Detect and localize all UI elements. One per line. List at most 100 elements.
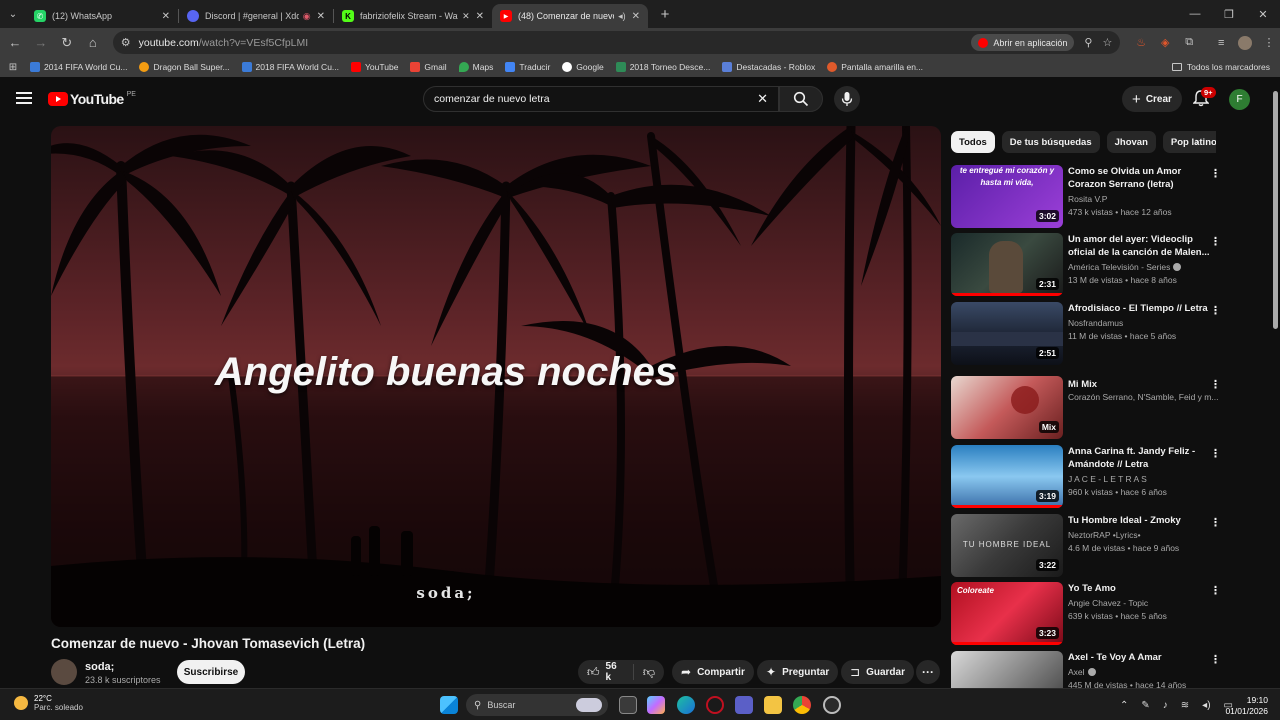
more-vert-icon[interactable]: ⋮ (1210, 447, 1221, 460)
bookmark-item[interactable]: Google (562, 62, 604, 72)
more-vert-icon[interactable]: ⋮ (1210, 584, 1221, 597)
chevron-right-icon[interactable]: › (1195, 134, 1199, 149)
tab-whatsapp[interactable]: ✆ (12) WhatsApp ✕ (26, 4, 178, 28)
opera-icon[interactable] (706, 696, 724, 714)
video-thumbnail[interactable]: 2:31 (951, 233, 1063, 296)
page-scrollbar[interactable] (1271, 77, 1280, 688)
video-thumbnail[interactable]: 3:19 (951, 445, 1063, 508)
menu-dots-icon[interactable]: ⋮ (1258, 32, 1280, 54)
menu-hamburger-icon[interactable] (16, 92, 32, 104)
close-icon[interactable]: ✕ (632, 11, 640, 22)
video-thumbnail[interactable]: TU HOMBRE IDEAL 3:22 (951, 514, 1063, 577)
bookmark-item[interactable]: YouTube (351, 62, 398, 72)
chip-jhovan[interactable]: Jhovan (1106, 131, 1156, 153)
teams-icon[interactable] (735, 696, 753, 714)
reload-button[interactable]: ↻ (55, 31, 79, 55)
restore-icon[interactable]: ❐ (1212, 0, 1246, 28)
search-input[interactable]: comenzar de nuevo letra ✕ (423, 86, 779, 112)
chrome-icon[interactable] (793, 696, 811, 714)
more-actions-button[interactable]: ··· (916, 660, 940, 684)
recommendation-item[interactable]: Coloreate 3:23 Yo Te Amo Angie Chavez - … (951, 582, 1221, 646)
bookmark-item[interactable]: 2018 Torneo Desce... (615, 62, 710, 72)
microphone-icon[interactable]: ♪ (1163, 700, 1168, 711)
forward-button[interactable]: → (29, 31, 53, 55)
chip-from-searches[interactable]: De tus búsquedas (1001, 131, 1100, 153)
share-button[interactable]: ➦ Compartir (672, 660, 754, 684)
file-explorer-icon[interactable] (764, 696, 782, 714)
close-icon[interactable]: ✕ (317, 11, 325, 22)
profile-avatar[interactable] (1234, 32, 1256, 54)
dislike-button[interactable]: 👎︎ (634, 665, 664, 680)
address-bar[interactable]: ⚙ youtube.com/watch?v=VEsf5CfpLMI Abrir … (112, 31, 1121, 54)
wifi-icon[interactable]: ≋ (1181, 700, 1189, 711)
ask-button[interactable]: ✦ Preguntar (757, 660, 839, 684)
recommendation-item[interactable]: 2:51 Afrodisiaco - El Tiempo // Letra No… (951, 302, 1221, 366)
bookmark-item[interactable]: Pantalla amarilla en... (827, 62, 923, 72)
home-button[interactable]: ⌂ (81, 31, 105, 55)
video-thumbnail[interactable]: te entregué mi corazón y hasta mi vida, … (951, 165, 1063, 228)
extensions-puzzle-icon[interactable]: ⧉ (1178, 32, 1200, 54)
open-in-app-button[interactable]: Abrir en aplicación (971, 34, 1075, 51)
bookmark-item[interactable]: Destacadas - Roblox (722, 62, 815, 72)
more-vert-icon[interactable]: ⋮ (1210, 653, 1221, 666)
close-icon[interactable]: ✕ (476, 11, 484, 22)
apps-grid-icon[interactable]: ⊞ (0, 62, 26, 73)
tab-kick-stream[interactable]: K fabriziofelix Stream - Watch ✕ ✕ (334, 4, 492, 28)
bookmark-item[interactable]: 2018 FIFA World Cu... (241, 62, 339, 72)
more-vert-icon[interactable]: ⋮ (1210, 516, 1221, 529)
pen-icon[interactable]: ✎ (1141, 700, 1149, 711)
subscribe-button[interactable]: Suscribirse (177, 660, 245, 684)
app-icon[interactable] (823, 696, 841, 714)
clock[interactable]: 19:10 01/01/2026 (1222, 695, 1268, 717)
recommendation-item[interactable]: 3:19 Anna Carina ft. Jandy Feliz - Amánd… (951, 445, 1221, 509)
close-icon[interactable]: ✕ (162, 11, 170, 22)
more-vert-icon[interactable]: ⋮ (1210, 378, 1221, 391)
extension-fire-icon[interactable]: ♨ (1130, 32, 1152, 54)
more-vert-icon[interactable]: ⋮ (1210, 235, 1221, 248)
more-vert-icon[interactable]: ⋮ (1210, 167, 1221, 180)
bookmark-item[interactable]: Dragon Ball Super... (139, 62, 230, 72)
chip-all[interactable]: Todos (951, 131, 995, 153)
extension-brave-icon[interactable]: ◈ (1154, 32, 1176, 54)
bookmark-star-icon[interactable]: ☆ (1102, 36, 1112, 49)
channel-name[interactable]: soda; (85, 661, 114, 673)
channel-avatar[interactable] (51, 659, 77, 685)
new-tab-button[interactable]: + (654, 3, 676, 25)
youtube-logo[interactable]: YouTube PE (48, 91, 136, 107)
tab-discord[interactable]: Discord | #general | Xddd ◉ ✕ (179, 4, 333, 28)
video-player[interactable]: Angelito buenas noches soda; (51, 126, 941, 627)
tab-search-chevron-icon[interactable]: ⌄ (0, 0, 26, 28)
weather-widget[interactable]: 22°C Parc. soleado (14, 694, 83, 712)
edge-icon[interactable] (677, 696, 695, 714)
recommendation-item[interactable]: TU HOMBRE IDEAL 3:22 Tu Hombre Ideal - Z… (951, 514, 1221, 578)
bookmark-item[interactable]: 2014 FIFA World Cu... (30, 62, 127, 72)
bookmark-item[interactable]: Traducir (505, 62, 550, 72)
recommendation-item[interactable]: 2:31 Un amor del ayer: Videoclip oficial… (951, 233, 1221, 297)
taskbar-search[interactable]: ⚲ Buscar (466, 694, 608, 716)
back-button[interactable]: ← (3, 31, 27, 55)
like-button[interactable]: 👍︎ 56 k (578, 661, 634, 683)
scrollbar-thumb[interactable] (1273, 91, 1278, 329)
more-vert-icon[interactable]: ⋮ (1210, 304, 1221, 317)
video-thumbnail[interactable] (951, 651, 1063, 688)
copilot-icon[interactable] (647, 696, 665, 714)
site-info-icon[interactable]: ⚙ (121, 36, 131, 49)
video-thumbnail[interactable]: Mix (951, 376, 1063, 439)
account-avatar[interactable]: F (1229, 89, 1250, 110)
close-window-icon[interactable]: ✕ (1246, 0, 1280, 28)
create-button[interactable]: + Crear (1122, 86, 1182, 112)
voice-search-button[interactable] (834, 86, 860, 112)
minimize-icon[interactable]: — (1178, 0, 1212, 28)
chevron-up-icon[interactable]: ⌃ (1120, 700, 1128, 711)
task-view-icon[interactable] (619, 696, 637, 714)
recommendation-item[interactable]: Axel - Te Voy A Amar Axel 445 M de vista… (951, 651, 1221, 688)
reading-list-icon[interactable]: ≡ (1210, 32, 1232, 54)
all-bookmarks-button[interactable]: Todos los marcadores (1171, 57, 1270, 77)
search-button[interactable] (779, 86, 823, 112)
recommendation-item[interactable]: Mix Mi Mix Corazón Serrano, N'Samble, Fe… (951, 376, 1221, 440)
volume-icon[interactable]: ◂) (1202, 700, 1210, 711)
clear-search-icon[interactable]: ✕ (757, 91, 768, 107)
bookmark-item[interactable]: Gmail (410, 62, 447, 72)
windows-start-icon[interactable] (440, 696, 458, 714)
video-thumbnail[interactable]: Coloreate 3:23 (951, 582, 1063, 645)
